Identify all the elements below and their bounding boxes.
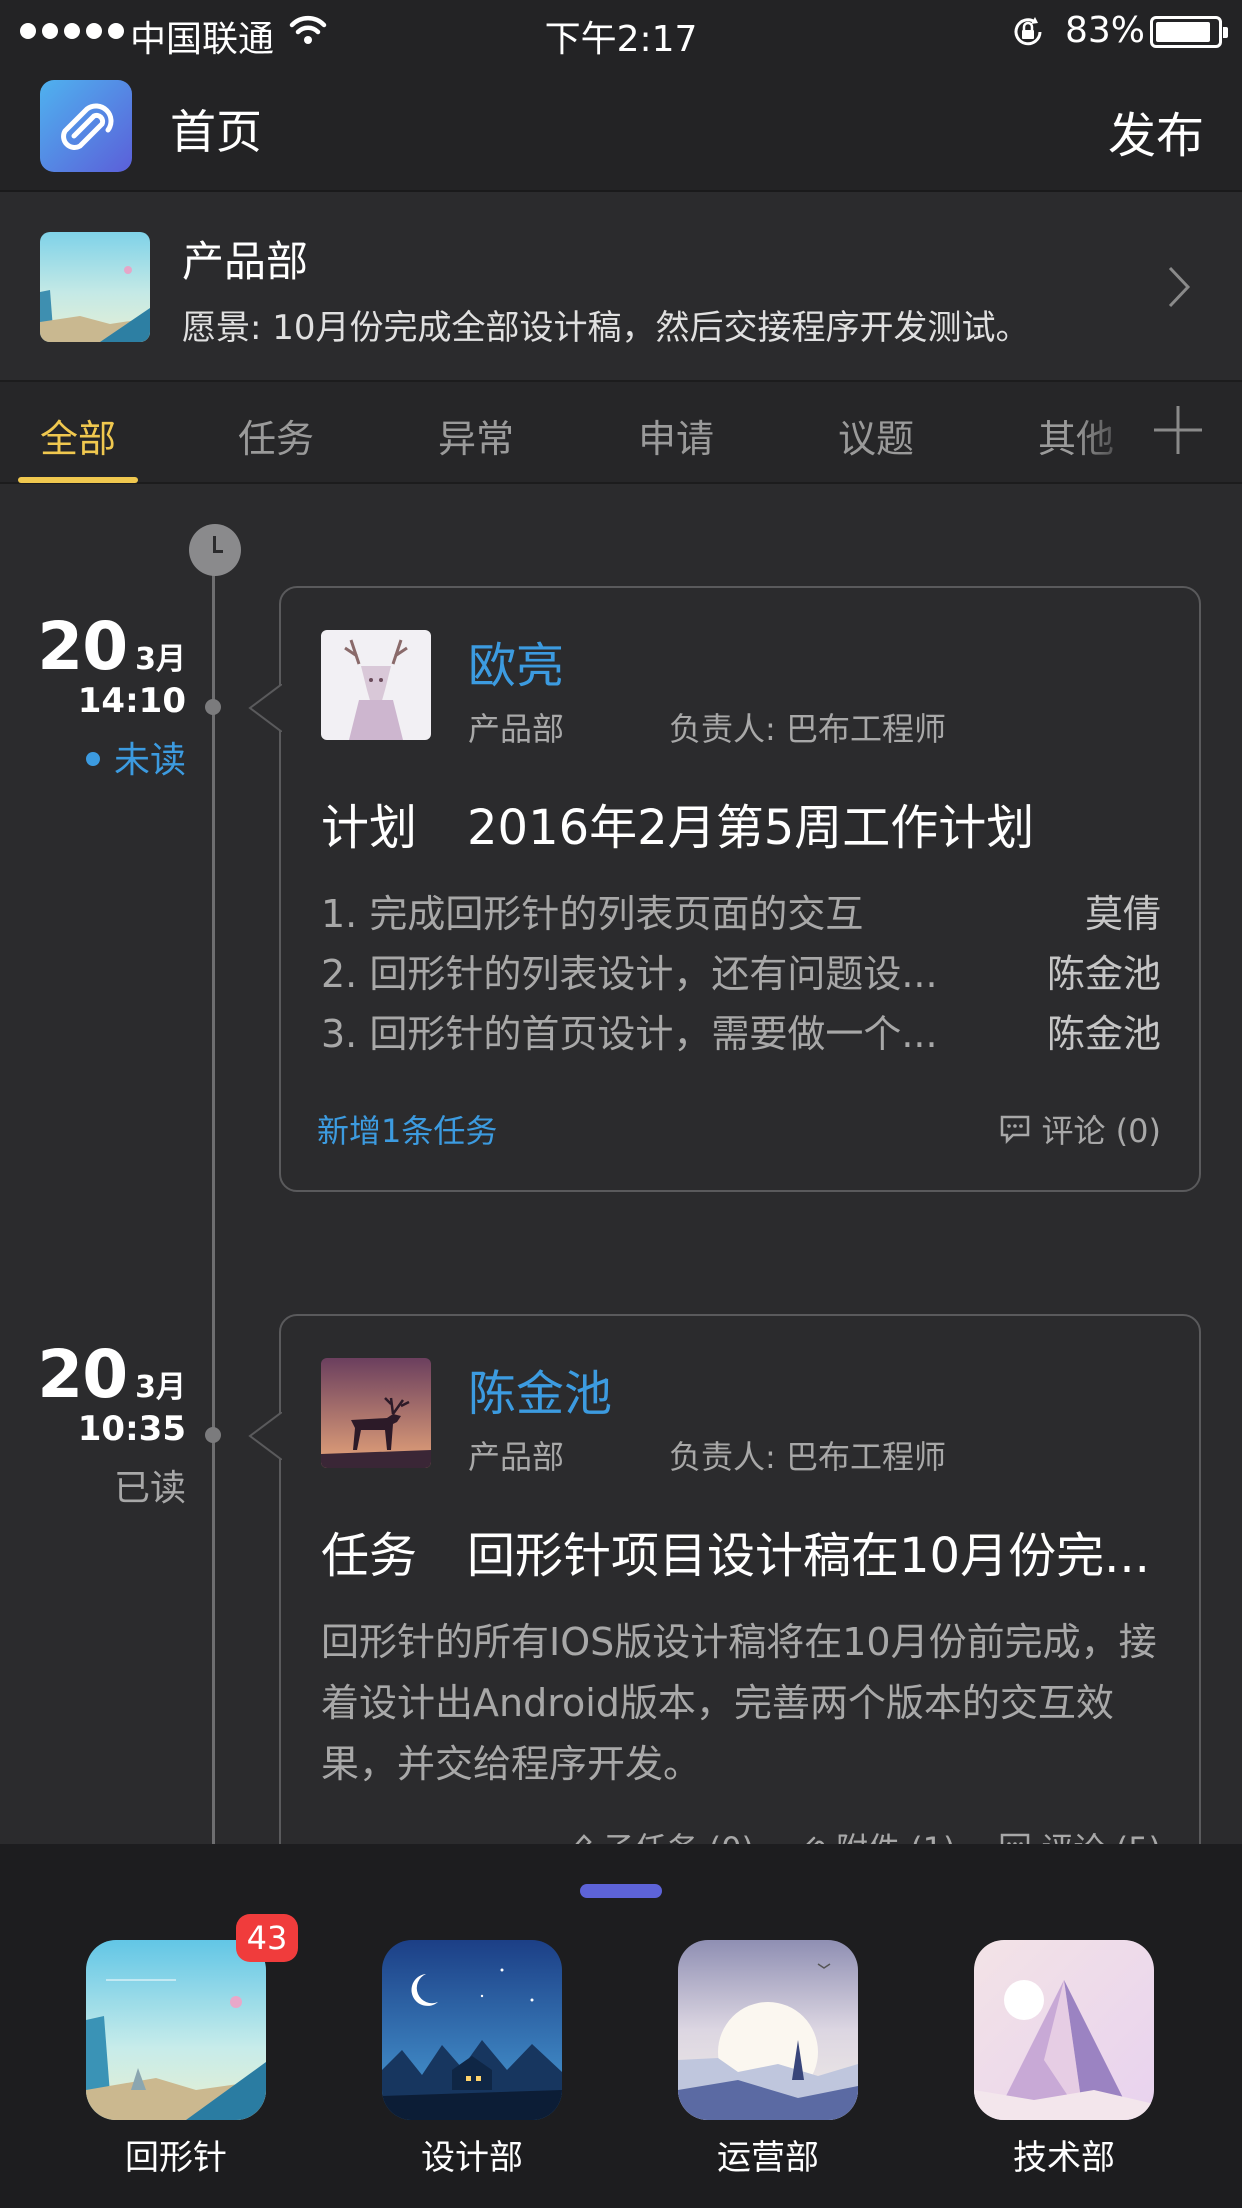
author-name[interactable]: 陈金池 <box>468 1354 612 1424</box>
card-headline: 任务 回形针项目设计稿在10月份完... <box>321 1516 1150 1586</box>
avatar[interactable] <box>321 1358 431 1468</box>
dock-drag-handle[interactable] <box>580 1884 662 1898</box>
department-header[interactable]: 产品部 愿景: 10月份完成全部设计稿，然后交接程序开发测试。 <box>0 192 1242 382</box>
clock-time: 下午2:17 <box>544 19 698 60</box>
entry-month: 3月 <box>135 1370 186 1405</box>
comment-icon <box>1001 1115 1030 1144</box>
entry-time: 14:10 <box>77 681 186 721</box>
operations-app-icon <box>678 1940 858 2120</box>
nav-bar: 首页 发布 <box>0 64 1242 192</box>
list-item[interactable]: 1. 完成回形针的列表页面的交互 莫倩 <box>321 884 1161 944</box>
app-label: 设计部 <box>421 2138 523 2178</box>
feed-card[interactable]: 欧亮 产品部 负责人: 巴布工程师 计划 2016年2月第5周工作计划 1. 完成… <box>248 586 1201 1192</box>
owner-label: 负责人: 巴布工程师 <box>669 1438 946 1476</box>
comment-button[interactable]: 评论 (0) <box>999 1106 1161 1152</box>
read-status: 未读 <box>36 731 186 783</box>
activity-timeline[interactable]: 20 3月 14:10 未读 欧亮 产品部 负责人: 巴布工程师 计划 2016… <box>0 484 1242 1844</box>
comment-count: 评论 (0) <box>1041 1112 1161 1150</box>
plan-item-list: 1. 完成回形针的列表页面的交互 莫倩 2. 回形针的列表设计，还有问题设... 陈… <box>321 884 1161 1064</box>
clock-icon <box>189 524 241 576</box>
attachments-count: 附件 (1) <box>836 1824 956 1844</box>
paperclip-icon <box>806 1836 825 1844</box>
chevron-right-icon[interactable] <box>1164 262 1194 312</box>
tab-exceptions[interactable]: 异常 <box>438 408 514 463</box>
paperclip-logo-icon[interactable] <box>40 80 132 172</box>
author-department: 产品部 <box>468 710 565 748</box>
entry-day: 20 <box>37 1336 128 1413</box>
app-screen: 中国联通 下午2:17 83% 首页 发布 产品部 愿景: 10月份完成全部设计… <box>0 0 1242 2208</box>
comment-button[interactable]: 评论 (5) <box>999 1824 1161 1844</box>
item-text: 3. 回形针的首页设计，需要做一个... <box>321 1012 938 1056</box>
category-tabs: 全部 任务 异常 申请 议题 其他 <box>0 382 1242 484</box>
entry-date: 20 3月 10:35 已读 <box>36 1336 186 1511</box>
dock-app-design[interactable]: 设计部 <box>382 1940 562 2179</box>
app-label: 技术部 <box>1013 2138 1115 2178</box>
task-description: 回形针的所有IOS版设计稿将在10月份前完成，接着设计出Android版本，完善… <box>321 1620 1157 1786</box>
tab-requests[interactable]: 申请 <box>638 408 714 463</box>
department-vision: 愿景: 10月份完成全部设计稿，然后交接程序开发测试。 <box>182 308 1030 348</box>
app-label: 回形针 <box>125 2138 227 2178</box>
comment-count: 评论 (5) <box>1041 1824 1161 1844</box>
entry-date: 20 3月 14:10 未读 <box>36 608 186 783</box>
add-tab-icon[interactable] <box>1152 404 1204 456</box>
item-text: 1. 完成回形针的列表页面的交互 <box>321 892 864 936</box>
subtasks-button[interactable]: 子任务 (0) <box>566 1824 754 1844</box>
dock-app-paperclip[interactable]: 回形针 <box>86 1940 266 2179</box>
entry-title: 回形针项目设计稿在10月份完... <box>467 1528 1150 1584</box>
read-status: 已读 <box>113 1468 186 1509</box>
active-tab-indicator <box>18 477 138 483</box>
unread-badge: 43 <box>236 1914 298 1962</box>
card-pointer <box>248 684 282 732</box>
feed-card[interactable]: 陈金池 产品部 负责人: 巴布工程师 任务 回形针项目设计稿在10月份完... 回… <box>248 1314 1201 1844</box>
dock-app-operations[interactable]: 运营部 <box>678 1940 858 2179</box>
tab-tasks[interactable]: 任务 <box>238 408 314 463</box>
list-item[interactable]: 2. 回形针的列表设计，还有问题设... 陈金池 <box>321 944 1161 1004</box>
subtasks-count: 子任务 (0) <box>602 1824 754 1844</box>
owner-label: 负责人: 巴布工程师 <box>669 710 946 748</box>
entry-day: 20 <box>37 608 128 685</box>
tab-topics[interactable]: 议题 <box>838 408 914 463</box>
comment-icon <box>1001 1833 1030 1844</box>
status-bar: 中国联通 下午2:17 83% <box>0 0 1242 64</box>
entry-time: 10:35 <box>77 1409 186 1449</box>
entry-type: 计划 <box>321 800 418 856</box>
author-department: 产品部 <box>468 1438 565 1476</box>
card-meta: 子任务 (0) 附件 (1) 评论 (5) <box>566 1824 1161 1844</box>
item-assignee: 莫倩 <box>1084 892 1161 936</box>
timeline-dot <box>205 699 221 715</box>
avatar[interactable] <box>321 630 431 740</box>
item-text: 2. 回形针的列表设计，还有问题设... <box>321 952 938 996</box>
author-name[interactable]: 欧亮 <box>468 626 564 696</box>
pencil-icon <box>575 1834 593 1844</box>
paperclip-app-icon <box>86 1940 266 2120</box>
item-assignee: 陈金池 <box>1046 952 1161 996</box>
design-app-icon <box>382 1940 562 2120</box>
timeline-line <box>212 552 215 1844</box>
app-label: 运营部 <box>717 2138 819 2178</box>
entry-type: 任务 <box>321 1528 418 1584</box>
dock-app-tech[interactable]: 技术部 <box>974 1940 1154 2179</box>
department-name: 产品部 <box>182 237 309 286</box>
attachments-button[interactable]: 附件 (1) <box>798 1824 956 1844</box>
battery-percent: 83% <box>1065 10 1146 51</box>
new-task-link[interactable]: 新增1条任务 <box>317 1106 497 1152</box>
tech-app-icon <box>974 1940 1154 2120</box>
card-headline: 计划 2016年2月第5周工作计划 <box>321 788 1034 858</box>
entry-month: 3月 <box>135 642 186 677</box>
tab-all[interactable]: 全部 <box>40 408 116 463</box>
battery-icon <box>1150 16 1228 48</box>
card-pointer <box>248 1412 282 1460</box>
department-dock: 回形针 43 设计部 运营部 技术部 <box>0 1844 1242 2208</box>
entry-title: 2016年2月第5周工作计划 <box>467 800 1035 856</box>
page-title: 首页 <box>170 105 262 159</box>
department-thumbnail <box>40 232 150 342</box>
list-item[interactable]: 3. 回形针的首页设计，需要做一个... 陈金池 <box>321 1004 1161 1064</box>
rotation-lock-icon <box>1014 17 1042 46</box>
item-assignee: 陈金池 <box>1046 1012 1161 1056</box>
publish-button[interactable]: 发布 <box>1108 96 1204 166</box>
timeline-dot <box>205 1427 221 1443</box>
